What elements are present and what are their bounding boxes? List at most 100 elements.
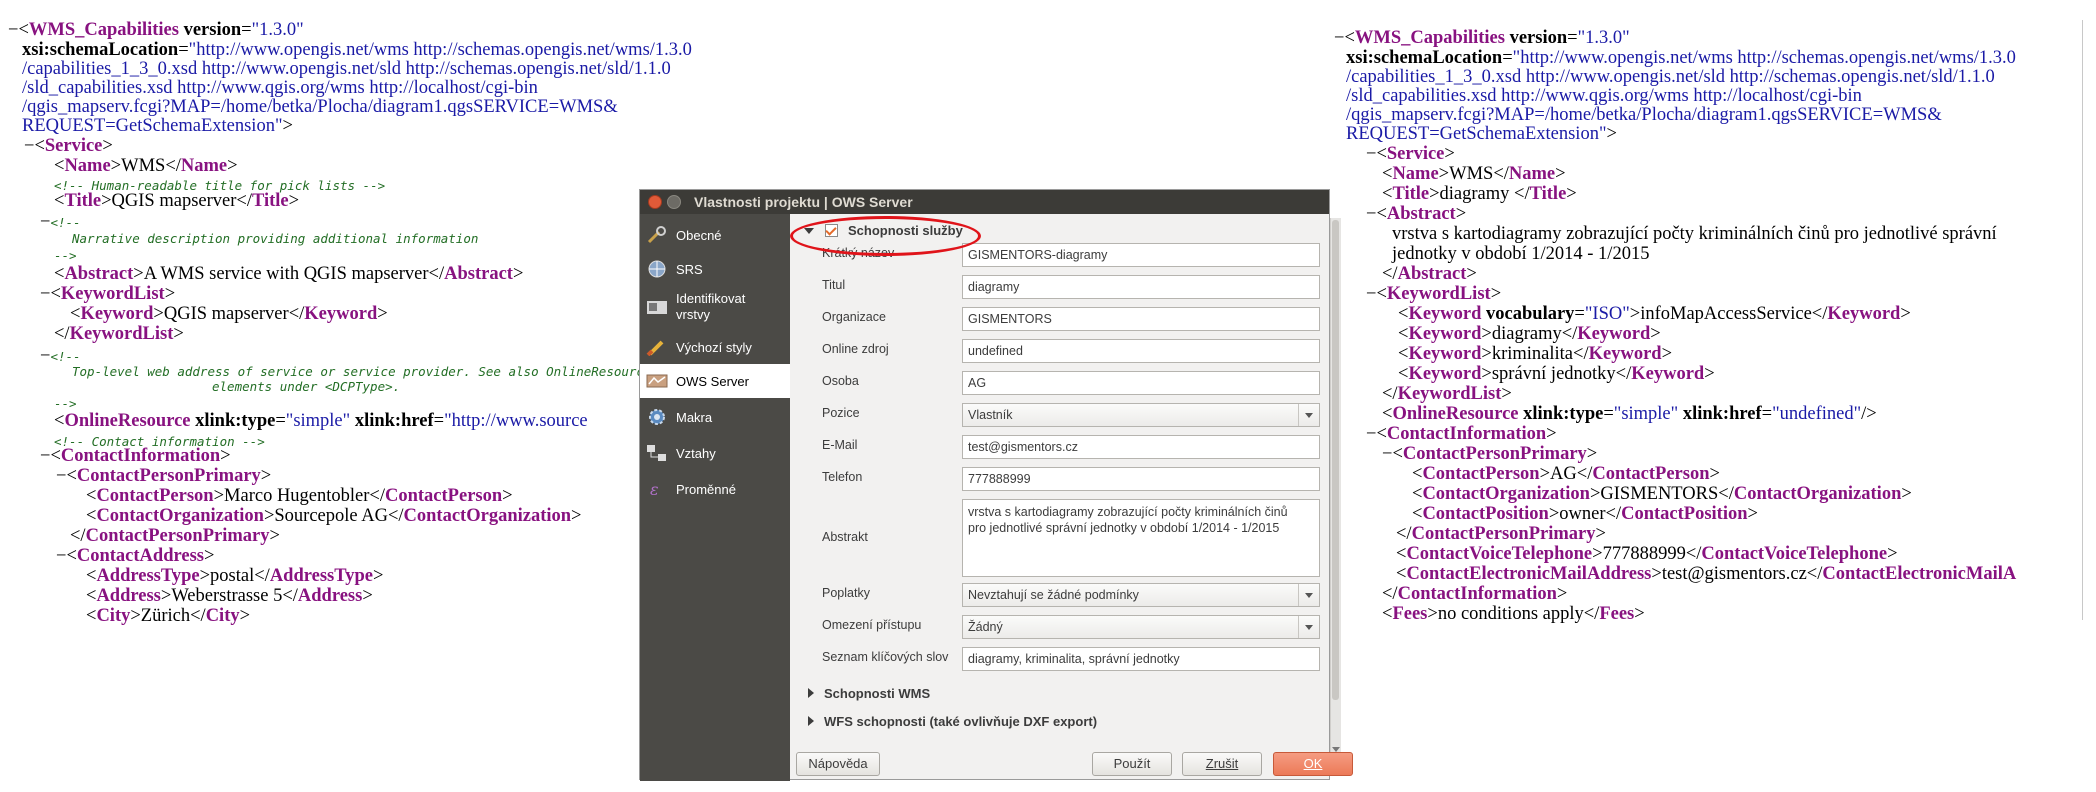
- collapse-toggle[interactable]: −: [40, 212, 50, 232]
- sidebar-item-variables[interactable]: ε Proměnné: [640, 472, 790, 506]
- sidebar-item-label: Identifikovat vrstvy: [676, 291, 746, 322]
- collapse-toggle[interactable]: −: [1366, 204, 1376, 224]
- cancel-button[interactable]: Zrušit: [1182, 752, 1262, 776]
- dialog-sidebar: Obecné SRS Identifikovat vrstvy Výchozí …: [640, 214, 790, 781]
- collapse-toggle[interactable]: −: [8, 20, 18, 40]
- chevron-down-icon: [1298, 584, 1319, 606]
- phone-input[interactable]: 777888999: [962, 467, 1320, 491]
- keyword-list-input[interactable]: diagramy, kriminalita, správní jednotky: [962, 647, 1320, 671]
- label-title: Titul: [822, 278, 846, 292]
- collapse-toggle[interactable]: −: [56, 466, 66, 486]
- expand-arrow-icon[interactable]: [808, 716, 814, 726]
- vertical-scrollbar[interactable]: [1330, 218, 1341, 754]
- organization-input[interactable]: GISMENTORS: [962, 307, 1320, 331]
- sidebar-item-macros[interactable]: Makra: [640, 400, 790, 434]
- xml-tag: Keyword: [1577, 324, 1651, 344]
- collapse-toggle[interactable]: −: [56, 546, 66, 566]
- xml-tag: Title: [1392, 184, 1430, 204]
- annotation-circle: [790, 216, 981, 256]
- xml-tag: ContactPerson: [96, 486, 214, 506]
- collapse-toggle[interactable]: −: [1334, 28, 1344, 48]
- collapse-toggle[interactable]: −: [24, 136, 34, 156]
- xml-text: vrstva s kartodiagramy zobrazující počty…: [1392, 224, 1997, 244]
- abstract-textarea[interactable]: vrstva s kartodiagramy zobrazující počty…: [962, 499, 1320, 577]
- sidebar-item-ows-server[interactable]: OWS Server: [640, 364, 790, 398]
- sidebar-item-srs[interactable]: SRS: [640, 252, 790, 286]
- xml-tag: ContactElectronicMailAddress: [1406, 564, 1652, 584]
- xml-tag: KeywordList: [60, 284, 165, 304]
- sidebar-item-label: Vztahy: [676, 446, 716, 461]
- minimize-icon[interactable]: [667, 195, 681, 209]
- xml-tag: OnlineResource: [64, 411, 191, 431]
- xml-attr: vocabulary: [1486, 304, 1575, 324]
- xml-text: WMS: [1449, 164, 1494, 184]
- xml-attr-value: "http://www.source: [444, 411, 588, 431]
- xml-attr: version: [183, 20, 242, 40]
- online-resource-input[interactable]: undefined: [962, 339, 1320, 363]
- relations-icon: [647, 445, 666, 461]
- xml-attr-value: REQUEST=GetSchemaExtension": [1346, 124, 1607, 144]
- apply-button[interactable]: Použít: [1092, 752, 1172, 776]
- xml-tag: ContactOrganization: [96, 506, 264, 526]
- sidebar-item-default-styles[interactable]: Výchozí styly: [640, 330, 790, 364]
- label-phone: Telefon: [822, 470, 863, 484]
- xml-text: Zürich: [140, 606, 191, 626]
- xml-attr-value: "http://www.opengis.net/wms http://schem…: [1512, 48, 2016, 68]
- collapse-toggle[interactable]: −: [1366, 424, 1376, 444]
- xml-text: správní jednotky: [1491, 364, 1616, 384]
- xml-tag: Name: [180, 156, 228, 176]
- collapse-toggle[interactable]: −: [1366, 144, 1376, 164]
- ok-button[interactable]: OK: [1273, 752, 1353, 776]
- collapse-toggle[interactable]: −: [1366, 284, 1376, 304]
- collapse-toggle[interactable]: −: [40, 346, 50, 366]
- xml-tag: ContactPersonPrimary: [1411, 524, 1596, 544]
- xml-tag: ContactPosition: [1621, 504, 1748, 524]
- xml-tag: ContactPersonPrimary: [76, 466, 261, 486]
- section-wfs-capabilities[interactable]: WFS schopnosti (také ovlivňuje DXF expor…: [824, 714, 1097, 729]
- section-wms-capabilities[interactable]: Schopnosti WMS: [824, 686, 930, 701]
- scrollbar-thumb[interactable]: [1332, 220, 1339, 700]
- xml-tag: Name: [1508, 164, 1556, 184]
- xml-text: owner: [1559, 504, 1606, 524]
- xml-tag: Title: [251, 191, 289, 211]
- xml-tag: Abstract: [444, 264, 513, 284]
- collapse-toggle[interactable]: −: [40, 284, 50, 304]
- xml-text: Marco Hugentobler: [224, 486, 370, 506]
- label-email: E-Mail: [822, 438, 858, 452]
- title-input[interactable]: diagramy: [962, 275, 1320, 299]
- position-select[interactable]: Vlastník: [962, 403, 1320, 427]
- xml-text: QGIS mapserver: [111, 191, 237, 211]
- dialog-titlebar[interactable]: Vlastnosti projektu | OWS Server: [640, 190, 1329, 214]
- fees-select[interactable]: Nevztahují se žádné podmínky: [962, 583, 1320, 607]
- person-input[interactable]: AG: [962, 371, 1320, 395]
- email-input[interactable]: test@gismentors.cz: [962, 435, 1320, 459]
- sidebar-item-label: Výchozí styly: [676, 340, 752, 355]
- sidebar-item-obecne[interactable]: Obecné: [640, 218, 790, 252]
- xml-tag: AddressType: [269, 566, 373, 586]
- xml-tag: WMS_Capabilities: [1354, 28, 1505, 48]
- xml-comment: elements under <DCPType>.: [212, 379, 401, 394]
- right-scroll-edge: [2082, 20, 2083, 620]
- collapse-toggle[interactable]: −: [40, 446, 50, 466]
- xml-tag: Name: [64, 156, 111, 176]
- sidebar-item-relations[interactable]: Vztahy: [640, 436, 790, 470]
- short-name-input[interactable]: GISMENTORS-diagramy: [962, 243, 1320, 267]
- xml-attr: xlink:type: [1523, 404, 1604, 424]
- close-icon[interactable]: [648, 195, 662, 209]
- xml-attr-value: /qgis_mapserv.fcgi?MAP=/home/betka/Ploch…: [1346, 105, 1942, 125]
- sidebar-item-label: SRS: [676, 262, 703, 277]
- xml-tag: KeywordList: [1386, 284, 1491, 304]
- expand-arrow-icon[interactable]: [808, 688, 814, 698]
- right-xml-view: −<WMS_Capabilities version="1.3.0" xsi:s…: [1334, 28, 2017, 624]
- xml-tag: Address: [96, 586, 161, 606]
- xml-text: kriminalita: [1491, 344, 1574, 364]
- access-constraints-select[interactable]: Žádný: [962, 615, 1320, 639]
- sidebar-item-label: Makra: [676, 410, 713, 425]
- help-button[interactable]: Nápověda: [796, 752, 880, 776]
- xml-tag: ContactAddress: [76, 546, 204, 566]
- collapse-toggle[interactable]: −: [1382, 444, 1392, 464]
- sidebar-item-identify-layers[interactable]: Identifikovat vrstvy: [640, 286, 790, 330]
- xml-tag: ContactOrganization: [1422, 484, 1590, 504]
- xml-tag: ContactPerson: [1422, 464, 1540, 484]
- chevron-down-icon: [1298, 616, 1319, 638]
